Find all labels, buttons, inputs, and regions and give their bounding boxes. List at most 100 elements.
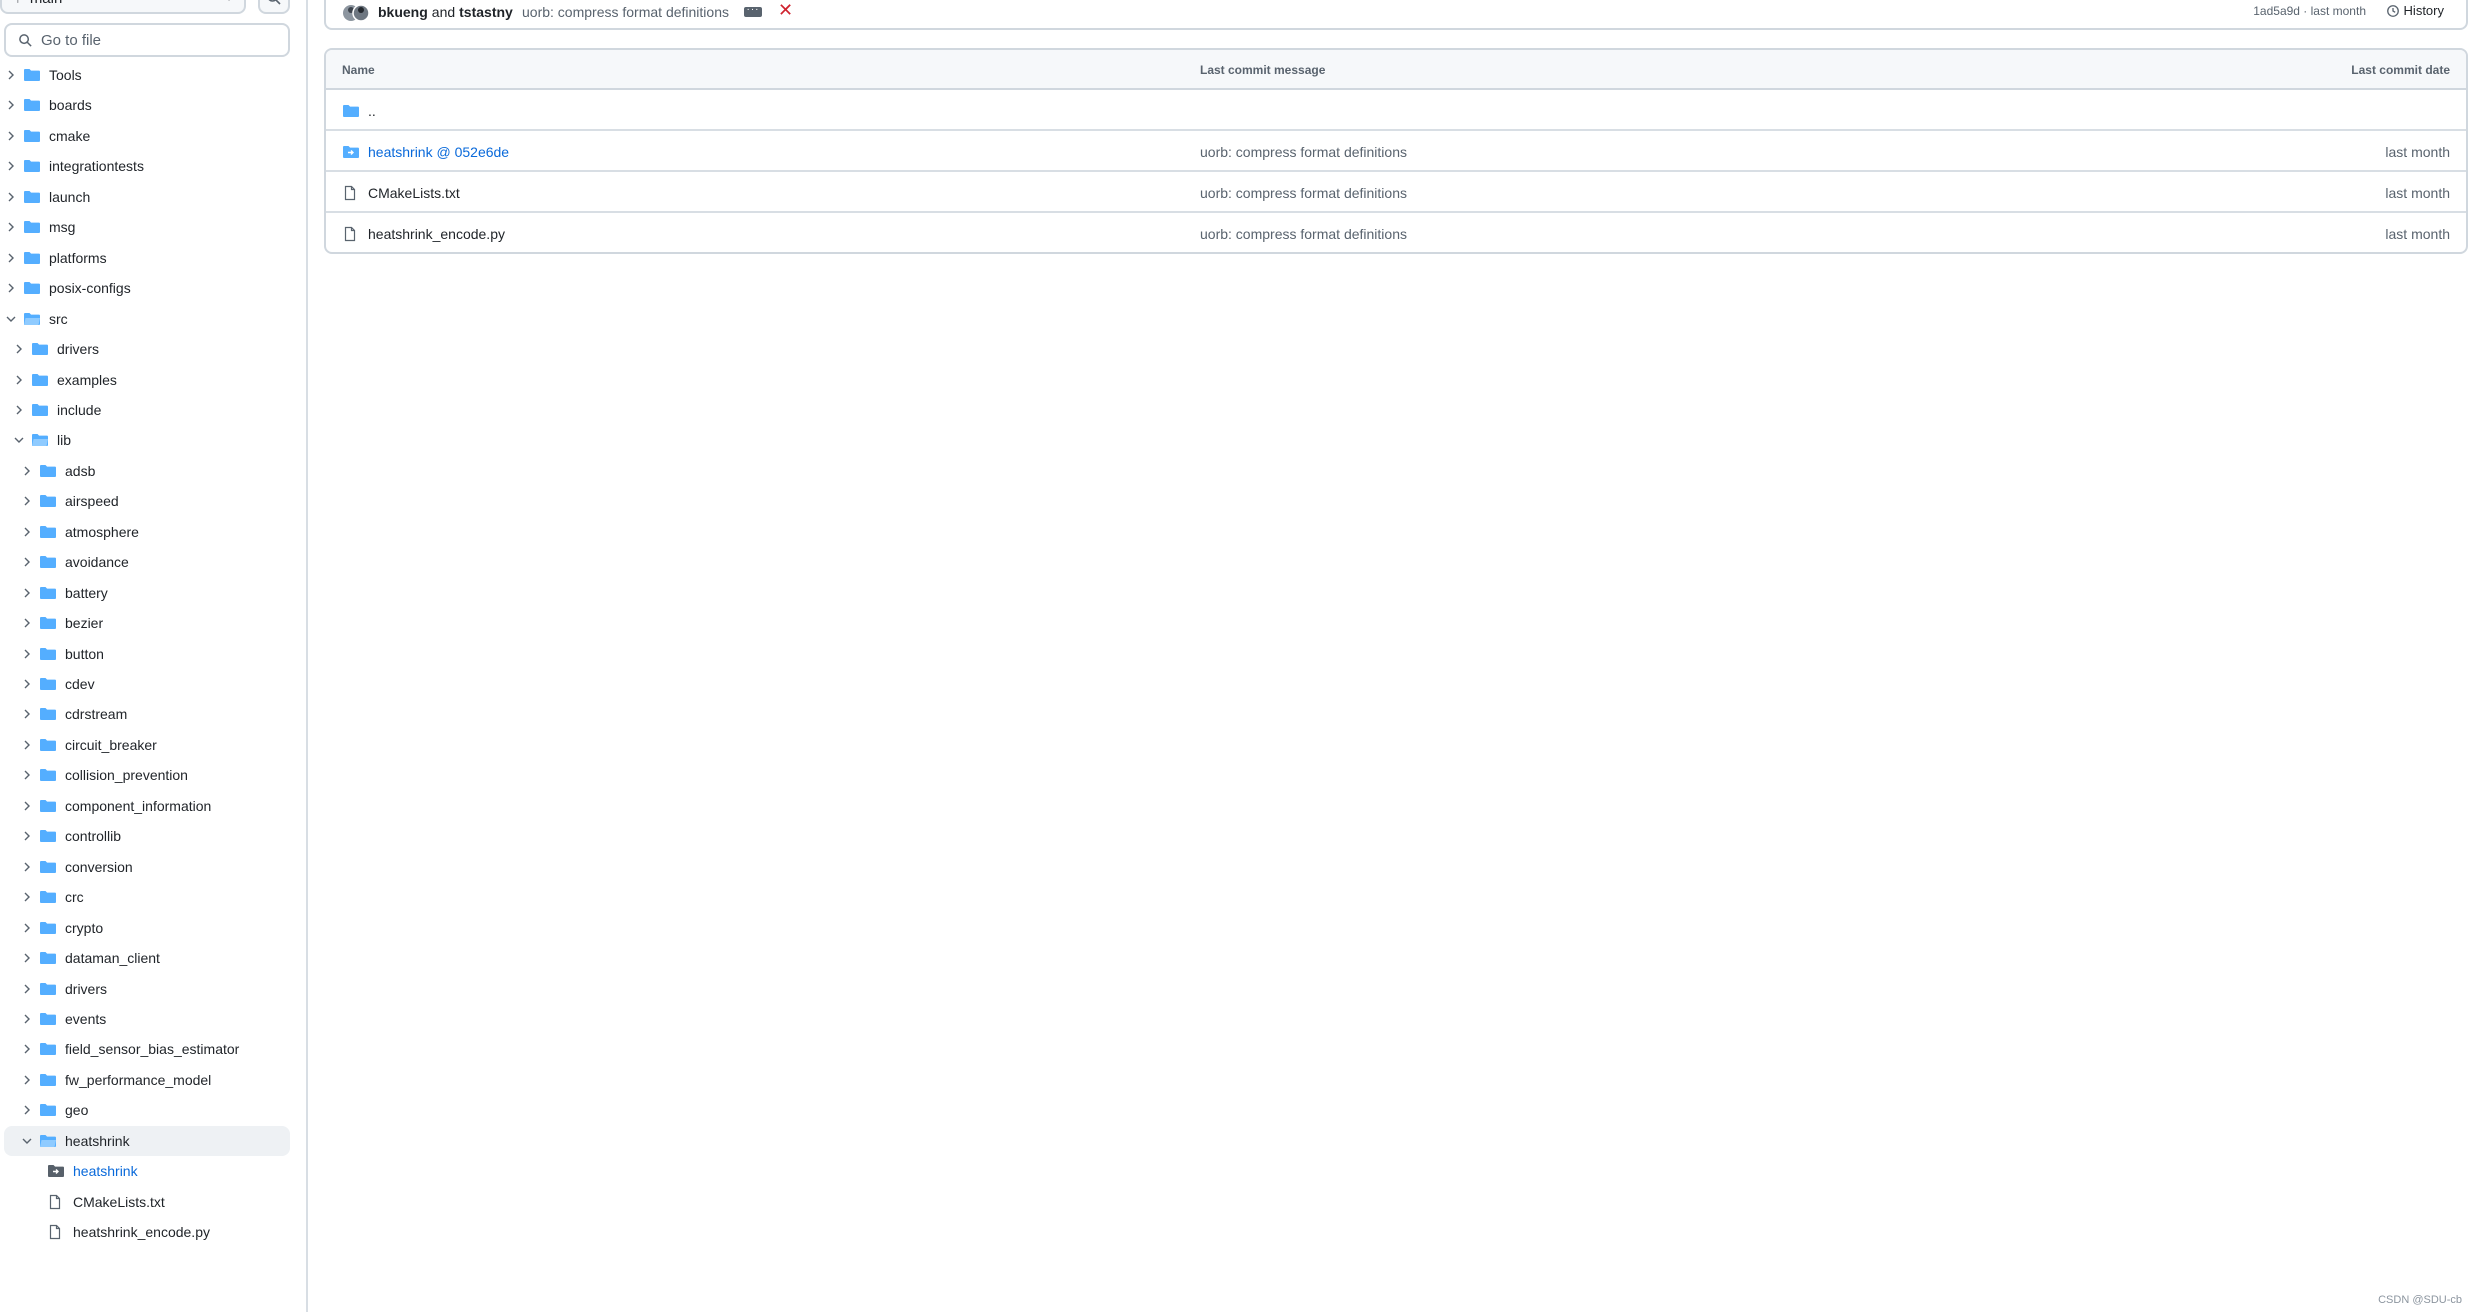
chevron-right-icon[interactable] [12,373,26,387]
tree-item-folder[interactable]: bezier [4,608,290,638]
chevron-right-icon[interactable] [4,190,18,204]
chevron-right-icon[interactable] [20,1103,34,1117]
chevron-right-icon[interactable] [20,647,34,661]
tree-item-folder[interactable]: heatshrink [4,1125,290,1156]
tree-item-submodule[interactable]: heatshrink [4,1156,290,1186]
tree-item-folder[interactable]: fw_performance_model [4,1065,290,1095]
tree-item-file[interactable]: CMakeLists.txt [4,1187,290,1217]
chevron-right-icon[interactable] [4,159,18,173]
tree-item-folder[interactable]: cmake [4,121,290,151]
chevron-right-icon[interactable] [20,1073,34,1087]
tree-item-folder[interactable]: drivers [4,334,290,364]
table-row: heatshrink @ 052e6de uorb: compress forma… [326,131,2466,172]
tree-item-folder[interactable]: src [4,304,290,334]
commit-message-link[interactable]: uorb: compress format definitions [1200,144,1407,160]
go-to-file-field[interactable] [4,23,290,57]
tree-item-folder[interactable]: controllib [4,821,290,851]
tree-item-folder[interactable]: boards [4,90,290,120]
tree-item-folder[interactable]: include [4,395,290,425]
chevron-right-icon[interactable] [20,616,34,630]
chevron-down-icon[interactable] [12,433,26,447]
tree-item-folder[interactable]: examples [4,365,290,395]
chevron-right-icon[interactable] [20,799,34,813]
tree-item-folder[interactable]: adsb [4,456,290,486]
chevron-right-icon[interactable] [4,281,18,295]
chevron-right-icon[interactable] [20,860,34,874]
commit-message-link[interactable]: uorb: compress format definitions [522,4,729,20]
commit-sha-and-date[interactable]: 1ad5a9d · last month [2253,4,2366,18]
branch-selector[interactable]: ⑂ main ▾ [0,0,246,14]
tree-item-folder[interactable]: crypto [4,913,290,943]
status-failed-icon[interactable]: ✕ [778,0,793,21]
chevron-right-icon[interactable] [20,586,34,600]
chevron-right-icon[interactable] [20,921,34,935]
chevron-right-icon[interactable] [20,555,34,569]
tree-item-folder[interactable]: avoidance [4,547,290,577]
commit-message-link[interactable]: uorb: compress format definitions [1200,185,1407,201]
file-name-link[interactable]: heatshrink_encode.py [368,226,505,242]
tree-item-folder[interactable]: lib [4,425,290,455]
chevron-right-icon[interactable] [20,1012,34,1026]
tree-item-folder[interactable]: platforms [4,243,290,273]
tree-item-label: include [57,401,102,418]
folder-icon [39,889,57,905]
tree-item-folder[interactable]: atmosphere [4,517,290,547]
tree-item-folder[interactable]: conversion [4,852,290,882]
chevron-right-icon[interactable] [20,525,34,539]
tree-item-folder[interactable]: collision_prevention [4,760,290,790]
chevron-right-icon[interactable] [20,951,34,965]
tree-item-folder[interactable]: crc [4,882,290,912]
chevron-down-icon[interactable] [4,312,18,326]
chevron-right-icon[interactable] [20,707,34,721]
tree-item-file[interactable]: heatshrink_encode.py [4,1217,290,1247]
tree-item-folder[interactable]: dataman_client [4,943,290,973]
go-to-file-input[interactable] [41,31,271,49]
tree-item-folder[interactable]: msg [4,212,290,242]
chevron-right-icon[interactable] [4,98,18,112]
tree-item-folder[interactable]: events [4,1004,290,1034]
commit-message-link[interactable]: uorb: compress format definitions [1200,226,1407,242]
file-name-link[interactable]: CMakeLists.txt [368,185,460,201]
tree-item-folder[interactable]: airspeed [4,486,290,516]
parent-directory-link[interactable]: .. [368,103,376,119]
chevron-right-icon[interactable] [20,464,34,478]
chevron-right-icon[interactable] [4,68,18,82]
tree-item-folder[interactable]: integrationtests [4,151,290,181]
chevron-right-icon[interactable] [4,251,18,265]
tree-item-folder[interactable]: drivers [4,974,290,1004]
chevron-right-icon[interactable] [20,768,34,782]
tree-item-folder[interactable]: battery [4,578,290,608]
file-name-link[interactable]: heatshrink @ 052e6de [368,144,509,160]
chevron-down-icon[interactable] [20,1134,34,1148]
tree-item-folder[interactable]: circuit_breaker [4,730,290,760]
chevron-right-icon[interactable] [20,1042,34,1056]
chevron-right-icon[interactable] [20,738,34,752]
chevron-right-icon[interactable] [12,342,26,356]
tree-item-folder[interactable]: cdev [4,669,290,699]
chevron-right-icon[interactable] [20,890,34,904]
chevron-right-icon[interactable] [20,677,34,691]
chevron-right-icon[interactable] [20,829,34,843]
tree-item-folder[interactable]: posix-configs [4,273,290,303]
chevron-right-icon[interactable] [20,982,34,996]
author-link[interactable]: bkueng [378,4,428,20]
ellipsis-icon[interactable]: ··· [744,5,762,17]
tree-item-folder[interactable]: field_sensor_bias_estimator [4,1034,290,1064]
table-header: Name Last commit message Last commit dat… [326,50,2466,90]
history-button[interactable]: History [2386,3,2444,18]
chevron-right-icon[interactable] [12,403,26,417]
folder-icon [39,859,57,875]
author-link[interactable]: tstastny [459,4,513,20]
tree-item-folder[interactable]: Tools [4,60,290,90]
chevron-right-icon[interactable] [4,129,18,143]
chevron-right-icon[interactable] [20,494,34,508]
search-button[interactable] [258,0,290,14]
tree-item-folder[interactable]: launch [4,182,290,212]
chevron-right-icon[interactable] [4,220,18,234]
tree-item-folder[interactable]: geo [4,1095,290,1125]
parent-directory-row[interactable]: .. [326,90,2466,131]
tree-item-folder[interactable]: cdrstream [4,699,290,729]
tree-item-folder[interactable]: button [4,639,290,669]
tree-item-folder[interactable]: component_information [4,791,290,821]
tree-item-label: adsb [65,462,96,479]
